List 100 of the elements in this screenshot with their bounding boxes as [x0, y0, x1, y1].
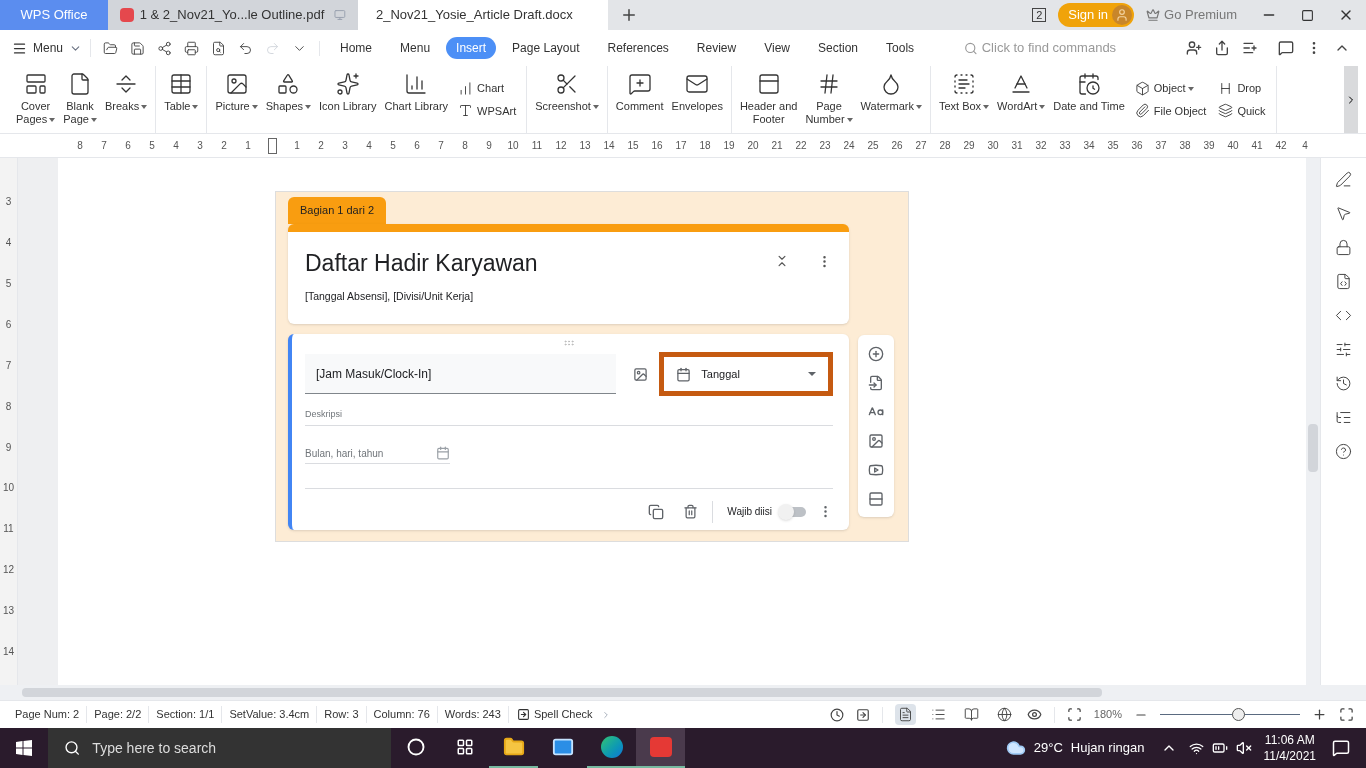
help-icon[interactable]	[1335, 443, 1352, 460]
ribbon-button[interactable]: Object	[1134, 80, 1207, 97]
ribbon-tab[interactable]: Review	[684, 37, 749, 59]
ribbon-button[interactable]: Text Box	[934, 66, 994, 133]
collapse-icon[interactable]	[775, 254, 789, 268]
ribbon-button[interactable]: WordArt	[993, 66, 1050, 133]
export-icon[interactable]	[157, 40, 173, 56]
muted-speaker-icon[interactable]	[1235, 740, 1252, 756]
required-toggle[interactable]	[780, 506, 806, 517]
print-preview-icon[interactable]	[211, 40, 227, 56]
ribbon-button[interactable]: Comment	[611, 66, 668, 133]
undo-icon[interactable]	[238, 40, 254, 56]
ribbon-button[interactable]: Blank Page	[59, 66, 101, 133]
exit-icon[interactable]	[855, 707, 870, 722]
document-tab[interactable]: 2_Nov21_Yosie_Article Draft.docx	[358, 0, 608, 30]
command-search-field[interactable]: Click to find commands	[981, 38, 1165, 58]
trash-icon[interactable]	[683, 504, 699, 519]
ribbon-tab[interactable]: Home	[328, 37, 385, 59]
import-icon[interactable]	[868, 374, 884, 391]
clock-time[interactable]: 11:06 AM	[1264, 732, 1315, 748]
user-plus-icon[interactable]	[1186, 40, 1202, 56]
spell-check-button[interactable]: Spell Check	[508, 706, 619, 723]
duplicate-icon[interactable]	[648, 503, 665, 520]
ruler-number: 15	[626, 139, 640, 153]
outline-icon[interactable]	[1335, 409, 1352, 426]
notifications-icon[interactable]	[1332, 739, 1350, 757]
envelope-icon	[685, 72, 710, 96]
ribbon-button[interactable]: Envelopes	[667, 66, 727, 133]
add-circle-icon[interactable]	[868, 345, 884, 362]
save-icon[interactable]	[130, 40, 146, 56]
history-icon[interactable]	[1335, 375, 1352, 392]
ruler-number: 20	[746, 139, 760, 153]
pen-icon[interactable]	[1335, 171, 1352, 188]
ribbon-button[interactable]: Breaks	[100, 66, 152, 133]
share-icon[interactable]	[1214, 40, 1230, 56]
ribbon-tab[interactable]: Section	[806, 37, 871, 59]
comment-icon[interactable]	[1278, 40, 1294, 56]
description-field[interactable]: Deskripsi	[305, 408, 833, 426]
code-edit-icon[interactable]	[1335, 273, 1352, 290]
ribbon-tab[interactable]: Menu	[388, 37, 443, 59]
ribbon-button[interactable]: Drop	[1218, 80, 1266, 97]
ribbon-button[interactable]: Table	[160, 66, 203, 133]
ribbon-tab[interactable]: Page Layout	[500, 37, 592, 59]
ribbon-button[interactable]: Screenshot	[531, 66, 603, 133]
new-tab-icon[interactable]	[620, 6, 638, 24]
windows-logo-icon[interactable]	[16, 740, 32, 756]
battery-icon[interactable]	[1211, 740, 1228, 756]
ribbon-button[interactable]: Date and Time	[1049, 66, 1129, 133]
section-icon[interactable]	[868, 490, 884, 507]
fullscreen-icon[interactable]	[1339, 707, 1354, 722]
wifi-icon[interactable]	[1188, 740, 1204, 756]
ribbon-tab[interactable]: Tools	[874, 37, 927, 59]
clock-date[interactable]: 11/4/2021	[1263, 748, 1316, 764]
eye-icon[interactable]	[1026, 707, 1042, 722]
go-premium-button[interactable]: Go Premium	[1146, 5, 1237, 25]
ribbon-button[interactable]: Icon Library	[315, 66, 381, 133]
question-type-dropdown[interactable]: Tanggal	[659, 352, 833, 396]
clock-icon[interactable]	[829, 707, 844, 722]
ribbon-button[interactable]: File Object	[1134, 102, 1207, 119]
office-app-icon[interactable]	[636, 728, 685, 768]
indent-marker-icon[interactable]	[268, 137, 277, 154]
menu-button[interactable]: Menu	[12, 39, 92, 57]
horizontal-scrollbar-thumb[interactable]	[22, 688, 1102, 697]
taskbar-search-box[interactable]: Type here to search	[48, 728, 391, 768]
ribbon-button[interactable]: Picture	[211, 66, 262, 133]
document-tab[interactable]: 1 & 2_Nov21_Yo...le Outline.pdf	[108, 0, 358, 30]
question-field[interactable]: [Jam Masuk/Clock-In]	[305, 354, 617, 394]
ribbon-button[interactable]: Header and Footer	[735, 66, 802, 133]
taskbar-search-field[interactable]: Type here to search	[92, 737, 375, 759]
lock-icon[interactable]	[1335, 239, 1352, 256]
folder-icon[interactable]	[103, 40, 119, 56]
ribbon-button[interactable]: Chart Library	[380, 66, 453, 133]
zoom-slider[interactable]	[1160, 708, 1300, 721]
ribbon-button[interactable]: Chart	[458, 80, 517, 97]
sliders-icon[interactable]	[1335, 341, 1352, 358]
ribbon-button[interactable]: Cover Pages	[12, 66, 60, 133]
ribbon-button[interactable]: WPSArt	[458, 102, 517, 119]
scrollbar-thumb[interactable]	[1308, 424, 1318, 472]
fit-page-icon[interactable]	[1066, 707, 1082, 722]
restore-icon[interactable]	[1301, 8, 1314, 22]
caret-icon	[192, 105, 199, 110]
ribbon-button[interactable]: Shapes	[261, 66, 315, 133]
image-icon[interactable]	[633, 366, 649, 382]
drag-handle-icon[interactable]	[563, 337, 575, 349]
ribbon-tab[interactable]: References	[595, 37, 681, 59]
page-view-icon[interactable]	[894, 704, 916, 725]
ruler-number: 31	[1010, 139, 1024, 153]
window-count-icon[interactable]: 2	[1032, 8, 1047, 22]
ribbon-button[interactable]: Quick	[1218, 102, 1266, 119]
zoom-in-icon[interactable]	[1312, 707, 1327, 722]
printer-icon[interactable]	[184, 40, 200, 56]
date-field[interactable]: Bulan, hari, tahun	[305, 445, 450, 464]
image-icon[interactable]	[868, 432, 884, 449]
ribbon-button[interactable]: Page Number	[801, 66, 857, 133]
list-plus-icon[interactable]	[1242, 40, 1258, 56]
search-icon[interactable]	[64, 739, 81, 757]
ribbon-button[interactable]: Watermark	[856, 66, 926, 133]
zoom-level[interactable]: 180%	[1093, 706, 1122, 723]
ribbon-tab[interactable]: View	[752, 37, 802, 59]
pointer-icon[interactable]	[1335, 205, 1352, 222]
